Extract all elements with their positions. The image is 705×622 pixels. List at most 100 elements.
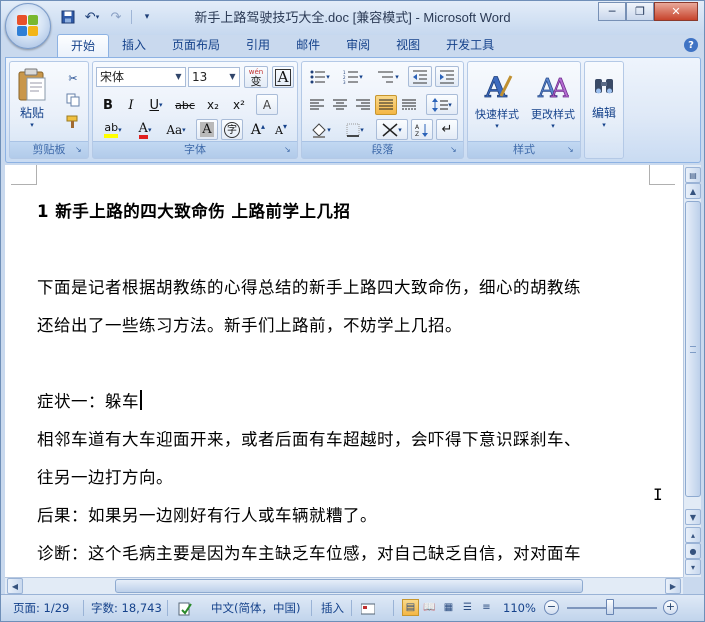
next-page-icon[interactable]: ▾ <box>685 559 701 575</box>
align-center-icon[interactable] <box>329 95 351 115</box>
redo-icon[interactable]: ↷ <box>105 7 127 27</box>
document-line[interactable]: 相邻车道有大车迎面开来，或者后面有车超越时，会吓得下意识踩刹车、 <box>37 423 655 461</box>
bullets-button[interactable]: ▾ <box>305 67 335 87</box>
increase-indent-icon[interactable] <box>435 66 459 87</box>
decrease-indent-icon[interactable] <box>408 66 432 87</box>
superscript-button[interactable]: x² <box>227 95 251 115</box>
editing-button[interactable]: 编辑 ▾ <box>587 64 621 140</box>
customize-qat-icon[interactable]: ▾ <box>136 7 158 27</box>
phonetic-guide-button[interactable]: wén 变 <box>244 66 268 88</box>
borders-icon[interactable]: ▾ <box>340 120 370 140</box>
outline-view-icon[interactable]: ☰ <box>459 599 476 616</box>
full-screen-reading-icon[interactable]: 📖 <box>421 599 438 616</box>
zoom-slider-thumb[interactable] <box>606 599 614 615</box>
document-line[interactable]: 症状一：躲车 <box>37 392 139 411</box>
font-size-combo[interactable]: 13 ▼ <box>188 67 240 87</box>
character-border-button[interactable]: A <box>272 66 294 88</box>
shrink-font-button[interactable]: A ▾ <box>270 120 292 140</box>
paragraph-launcher-icon[interactable]: ↘ <box>450 145 460 155</box>
tab-references[interactable]: 引用 <box>233 34 283 58</box>
clear-formatting-button[interactable]: A <box>256 94 278 115</box>
chinese-layout-icon[interactable]: ▾ <box>376 119 408 140</box>
document-line[interactable]: 下面是记者根据胡教练的心得总结的新手上路四大致命伤，细心的胡教练 <box>37 271 655 309</box>
scroll-left-icon[interactable]: ◀ <box>7 578 23 594</box>
help-icon[interactable]: ? <box>684 38 698 52</box>
document-line[interactable]: 还给出了一些练习方法。新手们上路前，不妨学上几招。 <box>37 309 655 347</box>
scroll-down-icon[interactable]: ▼ <box>685 509 701 525</box>
change-case-button[interactable]: Aa ▾ <box>161 120 191 140</box>
office-button[interactable] <box>5 3 51 49</box>
vertical-scroll-thumb[interactable] <box>685 201 701 497</box>
restore-button[interactable]: ❐ <box>626 2 654 21</box>
copy-icon[interactable] <box>62 90 84 110</box>
scroll-right-icon[interactable]: ▶ <box>665 578 681 594</box>
vertical-scrollbar[interactable]: ▤ ▲ ▼ ▴ ● ▾ <box>683 165 701 577</box>
distributed-align-icon[interactable] <box>398 95 420 115</box>
proofing-icon[interactable] <box>177 595 193 621</box>
document-heading[interactable]: 1 新手上路的四大致命伤 上路前学上几招 <box>37 195 655 233</box>
language-indicator[interactable]: 中文(简体，中国) <box>211 595 300 621</box>
format-painter-icon[interactable] <box>62 112 84 132</box>
web-layout-view-icon[interactable]: ▦ <box>440 599 457 616</box>
font-size-dropdown-icon[interactable]: ▼ <box>226 68 239 86</box>
enclose-characters-button[interactable]: 字 <box>221 119 243 140</box>
document-line[interactable]: 诊断：这个毛病主要是因为车主缺乏车位感，对自己缺乏自信，对对面车 <box>37 537 655 575</box>
quick-styles-button[interactable]: A 快速样式 ▾ <box>470 64 524 136</box>
tab-page-layout[interactable]: 页面布局 <box>159 34 233 58</box>
justify-icon[interactable] <box>375 95 397 115</box>
strikethrough-button[interactable]: abc <box>171 95 199 115</box>
document-line-with-caret[interactable]: 症状一：躲车 <box>37 385 655 423</box>
ruler-toggle-icon[interactable]: ▤ <box>685 167 701 183</box>
align-right-icon[interactable] <box>352 95 374 115</box>
page-count[interactable]: 页面: 1/29 <box>13 595 69 621</box>
document-page[interactable]: 1 新手上路的四大致命伤 上路前学上几招 下面是记者根据胡教练的心得总结的新手上… <box>5 165 683 577</box>
underline-button[interactable]: U ▾ <box>143 95 169 115</box>
cut-icon[interactable]: ✂ <box>62 68 84 88</box>
align-left-icon[interactable] <box>306 95 328 115</box>
shading-icon[interactable]: ▾ <box>306 120 336 140</box>
document-line[interactable]: 往另一边打方向。 <box>37 461 655 499</box>
document-line[interactable] <box>37 347 655 385</box>
scroll-up-icon[interactable]: ▲ <box>685 183 701 199</box>
tab-review[interactable]: 审阅 <box>333 34 383 58</box>
character-shading-button[interactable]: A <box>196 119 218 140</box>
tab-insert[interactable]: 插入 <box>109 34 159 58</box>
change-styles-button[interactable]: A A 更改样式 ▾ <box>526 64 580 136</box>
macro-recording-icon[interactable] <box>360 595 376 621</box>
tab-mailings[interactable]: 邮件 <box>283 34 333 58</box>
zoom-in-icon[interactable]: + <box>663 600 678 615</box>
word-count[interactable]: 字数: 18,743 <box>91 595 162 621</box>
print-layout-view-icon[interactable]: ▤ <box>402 599 419 616</box>
font-color-button[interactable]: A ▾ <box>131 120 159 140</box>
horizontal-scroll-thumb[interactable] <box>115 579 583 593</box>
zoom-out-icon[interactable]: − <box>544 600 559 615</box>
font-name-combo[interactable]: 宋体 ▼ <box>96 67 186 87</box>
document-text[interactable]: 1 新手上路的四大致命伤 上路前学上几招 下面是记者根据胡教练的心得总结的新手上… <box>37 195 655 575</box>
highlight-button[interactable]: ab ▾ <box>96 120 130 140</box>
line-spacing-icon[interactable]: ▾ <box>426 94 458 115</box>
clipboard-launcher-icon[interactable]: ↘ <box>75 145 85 155</box>
previous-page-icon[interactable]: ▴ <box>685 527 701 543</box>
sort-icon[interactable]: AZ <box>411 119 433 140</box>
show-marks-icon[interactable]: ↵ <box>436 119 458 140</box>
bold-button[interactable]: B <box>97 95 119 115</box>
subscript-button[interactable]: x₂ <box>201 95 225 115</box>
tab-developer[interactable]: 开发工具 <box>433 34 507 58</box>
undo-icon[interactable]: ↶ ▾ <box>81 7 103 27</box>
tab-view[interactable]: 视图 <box>383 34 433 58</box>
minimize-button[interactable]: ─ <box>598 2 626 21</box>
paste-button[interactable]: 粘贴 ▾ <box>12 64 52 132</box>
horizontal-scrollbar[interactable]: ◀ ▶ <box>5 577 683 594</box>
draft-view-icon[interactable]: ≡ <box>478 599 495 616</box>
select-browse-object-icon[interactable]: ● <box>685 543 701 559</box>
tab-home[interactable]: 开始 <box>57 34 110 58</box>
multilevel-list-button[interactable]: ▾ <box>372 67 404 87</box>
styles-launcher-icon[interactable]: ↘ <box>567 145 577 155</box>
insert-mode[interactable]: 插入 <box>321 595 344 621</box>
font-name-dropdown-icon[interactable]: ▼ <box>172 68 185 86</box>
grow-font-button[interactable]: A ▴ <box>247 120 269 140</box>
font-launcher-icon[interactable]: ↘ <box>284 145 294 155</box>
save-icon[interactable] <box>57 7 79 27</box>
zoom-level[interactable]: 110% <box>503 595 536 621</box>
italic-button[interactable]: I <box>120 95 142 115</box>
